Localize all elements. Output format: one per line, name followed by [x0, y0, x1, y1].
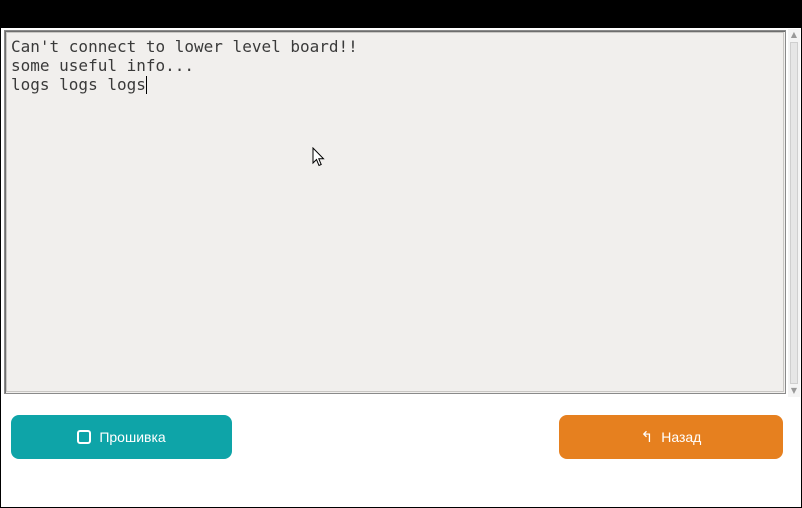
square-icon	[77, 430, 92, 444]
log-text-area[interactable]: Can't connect to lower level board!! som…	[4, 30, 786, 394]
firmware-button-label: Прошивка	[99, 429, 166, 445]
back-button-label: Назад	[661, 429, 702, 445]
log-text-area-inner: Can't connect to lower level board!! som…	[6, 32, 784, 392]
mouse-pointer-icon	[312, 147, 325, 167]
scroll-down-arrow-icon[interactable]: ▼	[788, 385, 800, 397]
app-window: Can't connect to lower level board!! som…	[0, 27, 802, 508]
log-line-3: logs logs logs	[11, 75, 146, 94]
log-text: Can't connect to lower level board!! som…	[11, 37, 358, 94]
return-arrow-icon: ↰	[640, 428, 654, 446]
text-caret	[145, 76, 147, 94]
firmware-button[interactable]: Прошивка	[11, 415, 232, 459]
window-title-bar	[0, 0, 802, 27]
scroll-up-arrow-icon[interactable]: ▲	[788, 29, 800, 41]
log-line-1: Can't connect to lower level board!!	[11, 37, 358, 56]
back-button[interactable]: ↰ Назад	[559, 415, 783, 459]
vertical-scrollbar[interactable]: ▲ ▼	[788, 29, 800, 397]
scrollbar-thumb[interactable]	[790, 42, 798, 384]
log-line-2: some useful info...	[11, 56, 195, 75]
